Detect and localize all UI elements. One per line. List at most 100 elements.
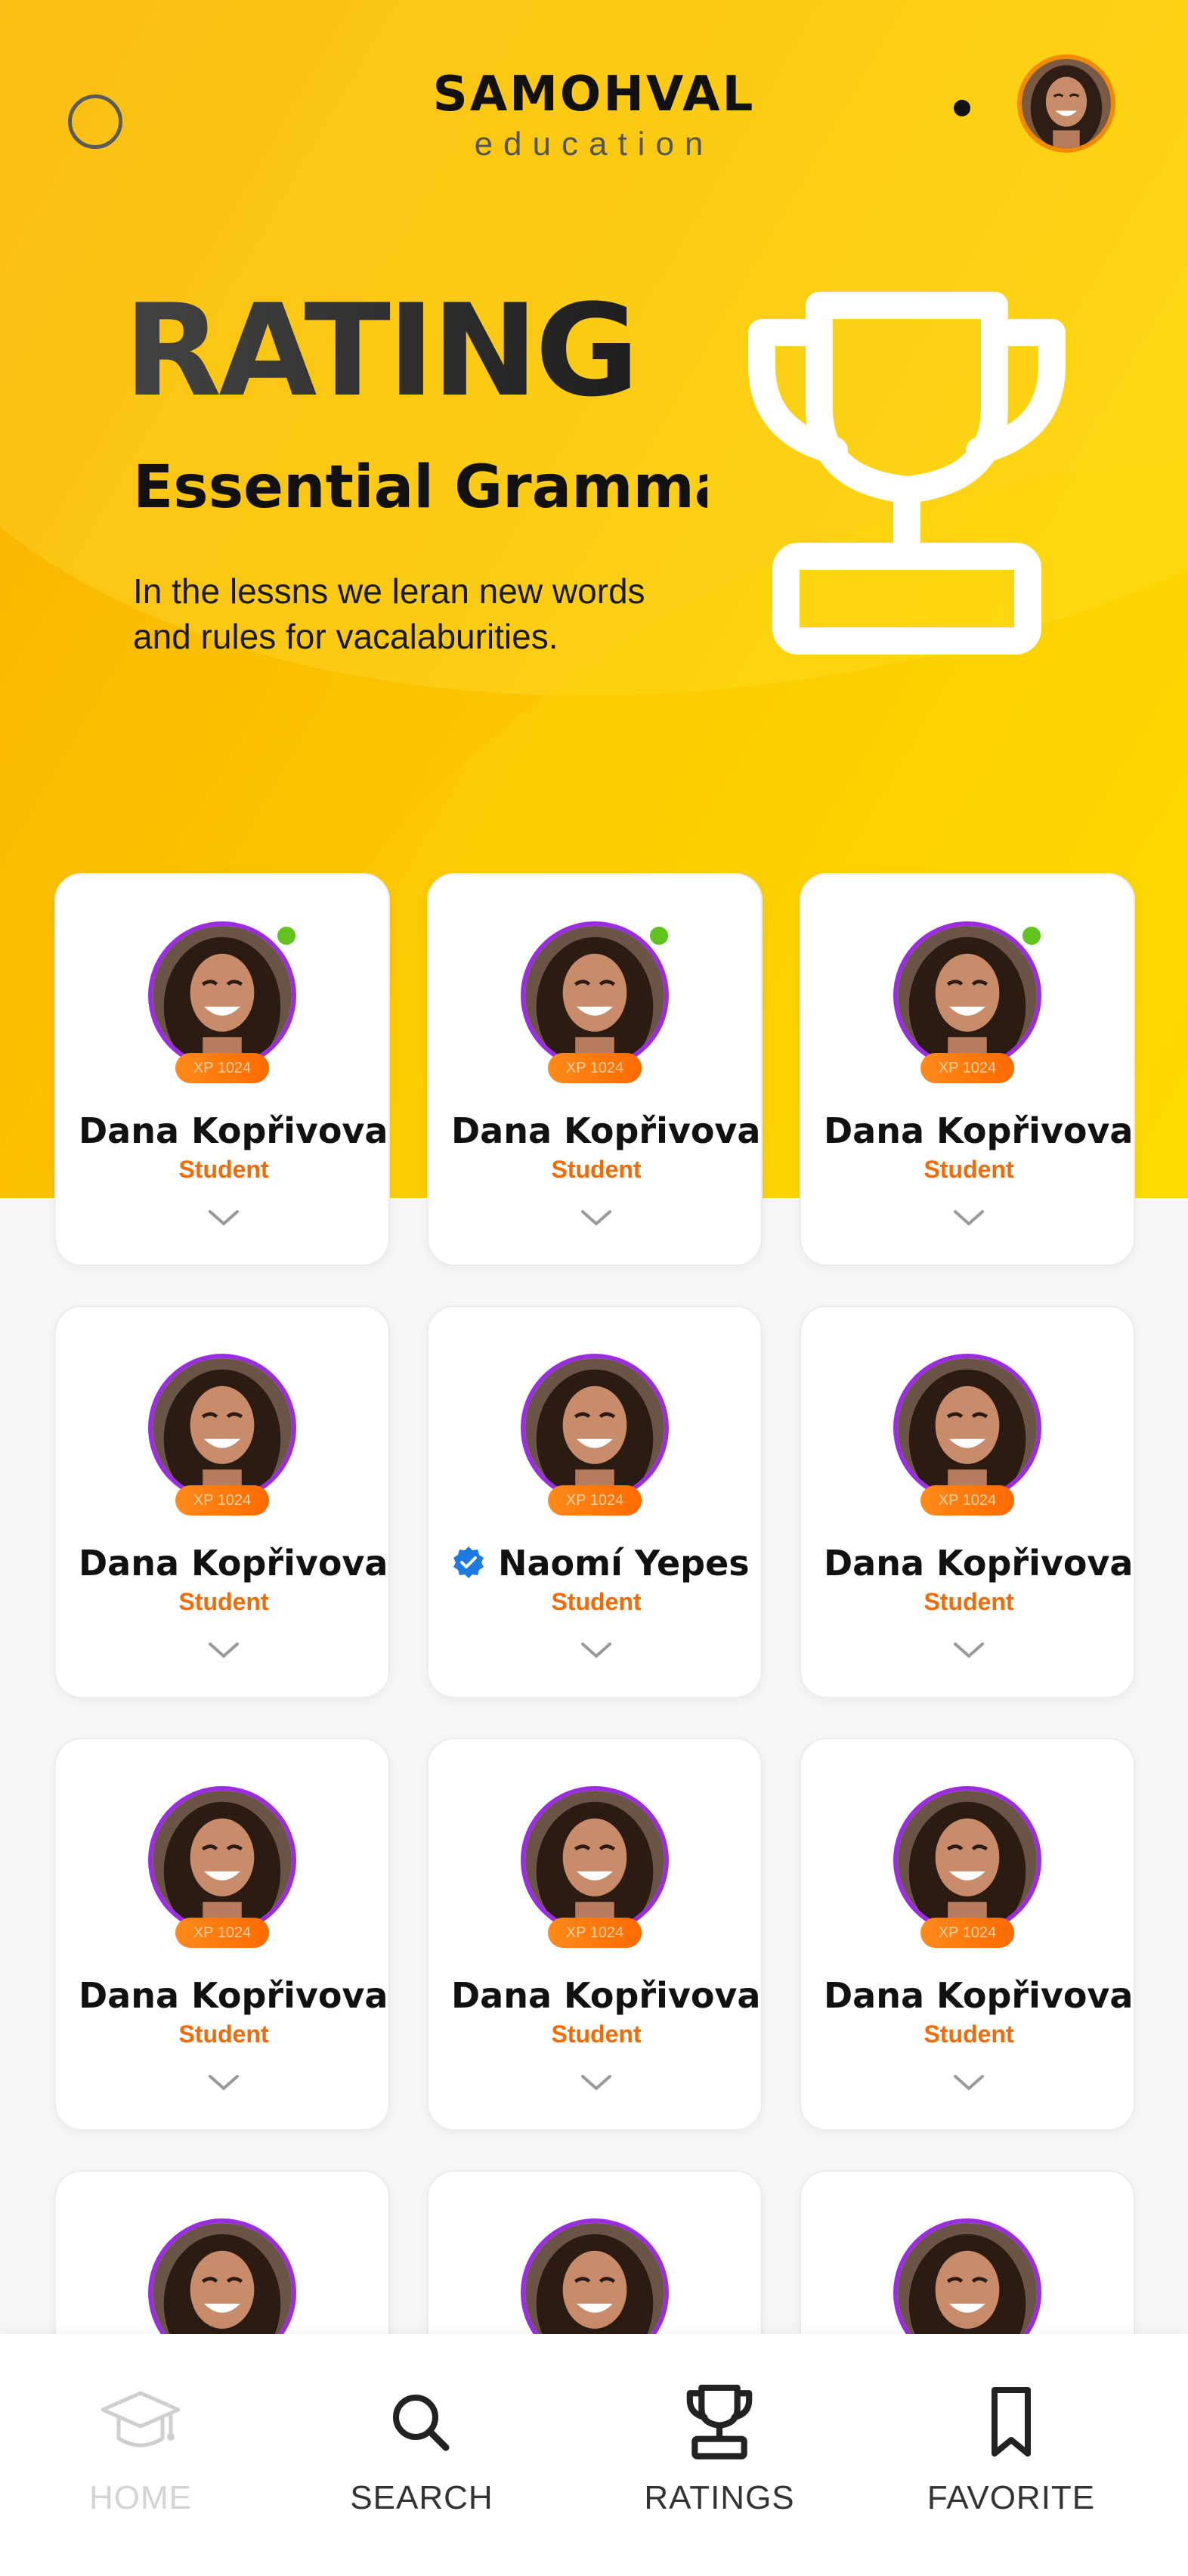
student-role: Student [551,1156,642,1183]
chevron-down-icon[interactable] [951,1207,987,1228]
student-avatar[interactable] [148,921,296,1070]
student-name-text: Dana Kopřivova [79,1975,388,2016]
student-name-text: Dana Kopřivova [79,1110,388,1151]
avatar-image [525,926,664,1065]
student-name: Dana Kopřivova [428,1975,761,2016]
xp-badge: XP 1024 [920,1053,1014,1083]
student-role: Student [923,1588,1014,1615]
student-avatar-wrap: XP 1024 [893,1354,1041,1516]
student-avatar[interactable] [893,921,1041,1070]
xp-badge: XP 1024 [548,1053,642,1083]
xp-badge: XP 1024 [175,1918,269,1948]
search-icon [393,2395,450,2451]
brand-tagline: education [474,125,714,163]
student-role: Student [923,1156,1014,1183]
student-card[interactable]: XP 1024 Dana Kopřivova Student [427,1738,763,2131]
graduation-cap-icon [101,2391,181,2448]
student-avatar-wrap: XP 1024 [148,1786,296,1948]
student-name: Dana Kopřivova [801,1110,1134,1151]
student-name-text: Dana Kopřivova [824,1543,1134,1584]
student-role: Student [178,2020,269,2048]
bookmark-icon [992,2387,1031,2457]
student-avatar[interactable] [521,921,669,1070]
chevron-down-icon[interactable] [206,1639,242,1661]
student-role: Student [551,1588,642,1615]
nav-ratings-label: RATINGS [644,2479,795,2516]
chevron-down-icon[interactable] [206,1207,242,1228]
student-avatar-wrap: XP 1024 [893,921,1044,1083]
notification-dot-icon[interactable] [954,100,970,116]
student-name-text: Dana Kopřivova [451,1975,761,2016]
avatar-image [898,926,1037,1065]
xp-badge: XP 1024 [548,1485,642,1516]
student-card[interactable]: XP 1024 Dana Kopřivova Student [54,1305,390,1698]
brand-logo: SAMOHVAL education [0,67,1188,163]
chevron-down-icon[interactable] [206,2072,242,2093]
student-card[interactable]: XP 1024 Dana Kopřivova Student [427,873,763,1266]
chevron-down-icon[interactable] [951,2072,987,2093]
nav-search-label: SEARCH [350,2479,493,2516]
online-status-dot [646,923,672,949]
avatar-image [153,926,292,1065]
nav-favorite-label: FAVORITE [927,2479,1096,2516]
student-avatar-wrap: XP 1024 [521,1354,669,1516]
avatar-image [898,1358,1037,1497]
brand-name: SAMOHVAL [432,67,756,122]
xp-badge: XP 1024 [548,1918,642,1948]
student-grid: XP 1024 Dana Kopřivova Student XP 1024 D… [54,873,1135,2563]
nav-search[interactable]: SEARCH [308,2384,535,2517]
profile-avatar[interactable] [1017,54,1115,153]
student-role: Student [178,1156,269,1183]
student-avatar-wrap: XP 1024 [893,1786,1041,1948]
student-card[interactable]: XP 1024 Naomí Yepes Student [427,1305,763,1698]
student-card[interactable]: XP 1024 Dana Kopřivova Student [800,1738,1135,2131]
avatar-image [153,1358,292,1497]
student-card[interactable]: XP 1024 Dana Kopřivova Student [800,873,1135,1266]
student-name: Dana Kopřivova [56,1110,388,1151]
avatar-image [525,1791,664,1930]
trophy-icon [686,2384,753,2460]
student-avatar-wrap: XP 1024 [148,1354,296,1516]
student-name: Dana Kopřivova [428,1110,761,1151]
online-status-dot [274,923,299,949]
xp-badge: XP 1024 [920,1918,1014,1948]
student-avatar-wrap: XP 1024 [521,921,672,1083]
student-avatar[interactable] [521,1786,669,1934]
student-avatar[interactable] [148,1786,296,1934]
nav-ratings[interactable]: RATINGS [606,2384,833,2517]
chevron-down-icon[interactable] [578,2072,614,2093]
nav-home[interactable]: HOME [27,2384,254,2517]
student-role: Student [551,2020,642,2048]
student-name-text: Dana Kopřivova [824,1975,1134,2016]
chevron-down-icon[interactable] [578,1207,614,1228]
xp-badge: XP 1024 [175,1053,269,1083]
student-avatar[interactable] [521,1354,669,1502]
nav-favorite[interactable]: FAVORITE [898,2384,1125,2517]
avatar-image [525,1358,664,1497]
student-card[interactable]: XP 1024 Dana Kopřivova Student [54,873,390,1266]
avatar-image [153,1791,292,1930]
student-name-text: Dana Kopřivova [824,1110,1134,1151]
chevron-down-icon[interactable] [578,1639,614,1661]
chevron-down-icon[interactable] [951,1639,987,1661]
bottom-navigation: HOME SEARCH RATINGS FAVORITE [0,2334,1188,2576]
student-name-text: Dana Kopřivova [79,1543,388,1584]
course-description: In the lessns we leran new words and rul… [133,571,645,656]
page-title: RATING [124,277,639,425]
student-avatar[interactable] [893,1786,1041,1934]
student-card[interactable]: XP 1024 Dana Kopřivova Student [54,1738,390,2131]
student-name-text: Dana Kopřivova [451,1110,761,1151]
student-name: Dana Kopřivova [56,1543,388,1584]
student-role: Student [923,2020,1014,2048]
avatar-image [898,1791,1037,1930]
student-name-text: Naomí Yepes [498,1543,750,1584]
student-avatar[interactable] [148,1354,296,1502]
student-card[interactable]: XP 1024 Dana Kopřivova Student [800,1305,1135,1698]
course-title: Essential Grammar [133,454,707,522]
student-avatar[interactable] [893,1354,1041,1502]
verified-badge-icon [453,1547,484,1578]
student-name: Naomí Yepes [428,1543,761,1584]
avatar-image [1022,59,1111,148]
xp-badge: XP 1024 [175,1485,269,1516]
student-name: Dana Kopřivova [801,1975,1134,2016]
